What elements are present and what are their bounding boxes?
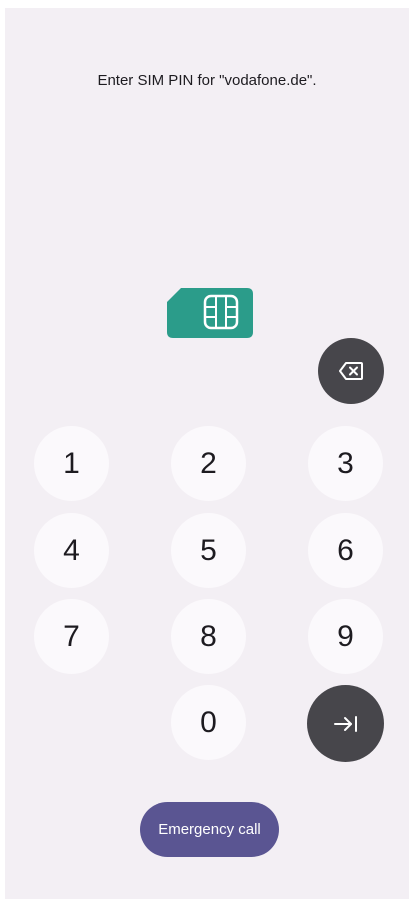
sim-pin-screen: Enter SIM PIN for "vodafone.de". 1 2 3 4… xyxy=(5,8,409,899)
key-4[interactable]: 4 xyxy=(34,513,109,588)
key-8[interactable]: 8 xyxy=(171,599,246,674)
enter-icon xyxy=(333,715,358,732)
backspace-button[interactable] xyxy=(318,338,384,404)
sim-card-icon xyxy=(167,288,253,338)
key-1[interactable]: 1 xyxy=(34,426,109,501)
key-0[interactable]: 0 xyxy=(171,685,246,760)
key-2[interactable]: 2 xyxy=(171,426,246,501)
key-3[interactable]: 3 xyxy=(308,426,383,501)
sim-pin-prompt: Enter SIM PIN for "vodafone.de". xyxy=(97,72,317,89)
key-5[interactable]: 5 xyxy=(171,513,246,588)
enter-button[interactable] xyxy=(307,685,384,762)
emergency-call-button[interactable]: Emergency call xyxy=(140,802,279,857)
key-6[interactable]: 6 xyxy=(308,513,383,588)
key-7[interactable]: 7 xyxy=(34,599,109,674)
key-9[interactable]: 9 xyxy=(308,599,383,674)
backspace-icon xyxy=(339,362,363,380)
